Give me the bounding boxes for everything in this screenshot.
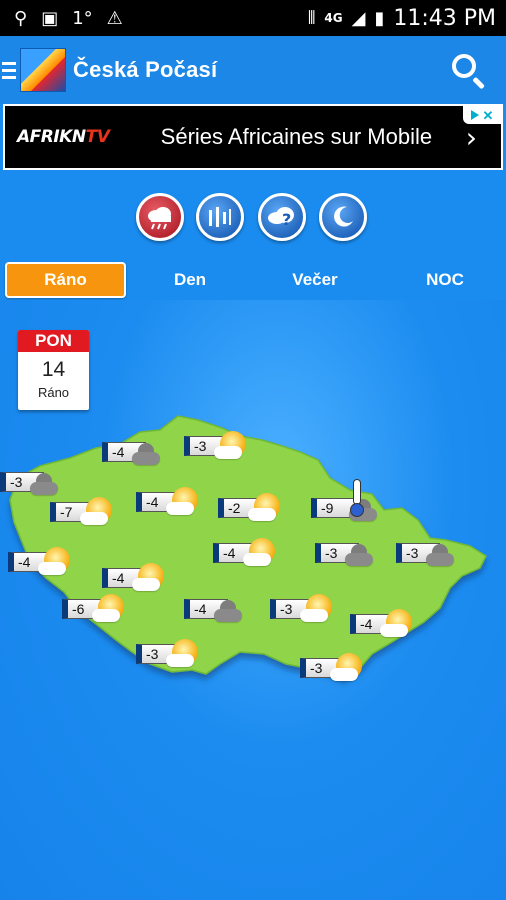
weather-marker[interactable]: -4 (184, 594, 250, 624)
weather-marker[interactable]: -6 (62, 594, 128, 624)
weather-marker[interactable]: -4 (350, 609, 416, 639)
status-time: 11:43 PM (393, 5, 496, 31)
sun-cloud-icon (380, 609, 416, 639)
ad-arrow-icon[interactable]: › (466, 121, 477, 154)
app-title: Česká Počasí (73, 57, 218, 82)
forecast-help-button[interactable]: ? (258, 193, 306, 241)
cloud-rain-icon (148, 207, 171, 230)
weather-marker[interactable]: -9 (311, 479, 377, 523)
status-bar: ⚲ ▣ 1° ⚠ ⫴ 4G ◢ ▮ 11:43 PM (0, 0, 506, 36)
cloudy-icon (214, 594, 250, 624)
sun-cloud-icon (300, 594, 336, 624)
weather-marker[interactable]: -4 (213, 538, 279, 568)
ad-logo: AFRIKNTV (17, 127, 110, 147)
signal-icon: ◢ (351, 7, 366, 29)
sun-cloud-icon (132, 563, 168, 593)
weather-alert-button[interactable] (136, 193, 184, 241)
weather-marker[interactable]: -2 (218, 493, 284, 523)
tab-rano[interactable]: Ráno (5, 262, 126, 298)
weather-marker[interactable]: -3 (184, 431, 250, 461)
sun-cloud-icon (243, 538, 279, 568)
weather-marker[interactable]: -3 (315, 538, 381, 568)
status-temperature: 1° (72, 7, 93, 29)
cloudy-icon (426, 538, 462, 568)
sun-cloud-icon (166, 639, 202, 669)
radar-button[interactable] (196, 193, 244, 241)
weather-marker[interactable]: -4 (136, 487, 202, 517)
sun-cloud-icon (38, 547, 74, 577)
cloudy-icon (30, 467, 66, 497)
mode-buttons: ? (0, 193, 506, 241)
search-icon[interactable] (450, 52, 486, 90)
sun-cloud-icon (80, 497, 116, 527)
sun-cloud-icon (248, 493, 284, 523)
date-calendar: PON 14 Ráno (18, 330, 89, 410)
weather-marker[interactable]: -3 (0, 467, 66, 497)
weather-marker[interactable]: -3 (136, 639, 202, 669)
sun-cloud-icon (330, 653, 366, 683)
usb-icon: ⚲ (14, 7, 28, 29)
cloudy-icon (132, 437, 168, 467)
weather-marker[interactable]: -3 (300, 653, 366, 683)
calendar-day-part: Ráno (37, 385, 70, 400)
tab-vecer[interactable]: Večer (275, 262, 355, 298)
network-4g-icon: 4G (324, 11, 343, 25)
warning-icon: ⚠ (106, 7, 123, 29)
ad-banner[interactable]: AFRIKNTV Séries Africaines sur Mobile › … (3, 104, 503, 170)
weather-marker[interactable]: -3 (396, 538, 462, 568)
weather-marker[interactable]: -3 (270, 594, 336, 624)
ad-text: Séries Africaines sur Mobile (160, 124, 433, 149)
calendar-weekday: PON (18, 330, 89, 352)
thermometer-icon (341, 479, 377, 523)
sun-cloud-icon (166, 487, 202, 517)
weather-marker[interactable]: -7 (50, 497, 116, 527)
app-logo[interactable] (20, 48, 66, 92)
sun-cloud-icon (214, 431, 250, 461)
weather-marker[interactable]: -4 (102, 437, 168, 467)
sun-cloud-icon (92, 594, 128, 624)
menu-icon[interactable] (0, 61, 18, 79)
weather-marker[interactable]: -4 (102, 563, 168, 593)
night-mode-button[interactable] (319, 193, 367, 241)
time-of-day-tabs: Ráno Den Večer NOC (0, 262, 506, 300)
vibrate-icon: ⫴ (307, 7, 316, 29)
tab-den[interactable]: Den (150, 262, 230, 298)
tab-noc[interactable]: NOC (405, 262, 485, 298)
image-icon: ▣ (41, 7, 59, 29)
app-bar: Česká Počasí (0, 36, 506, 104)
battery-icon: ▮ (374, 7, 385, 29)
cloudy-icon (345, 538, 381, 568)
weather-marker[interactable]: -4 (8, 547, 74, 577)
calendar-day: 14 (41, 358, 66, 381)
bars-icon (209, 207, 231, 227)
ad-choices-icon[interactable]: ✕ (463, 106, 501, 124)
cloud-question-icon: ? (268, 207, 294, 229)
svg-text:?: ? (282, 210, 291, 229)
moon-icon (334, 206, 353, 227)
